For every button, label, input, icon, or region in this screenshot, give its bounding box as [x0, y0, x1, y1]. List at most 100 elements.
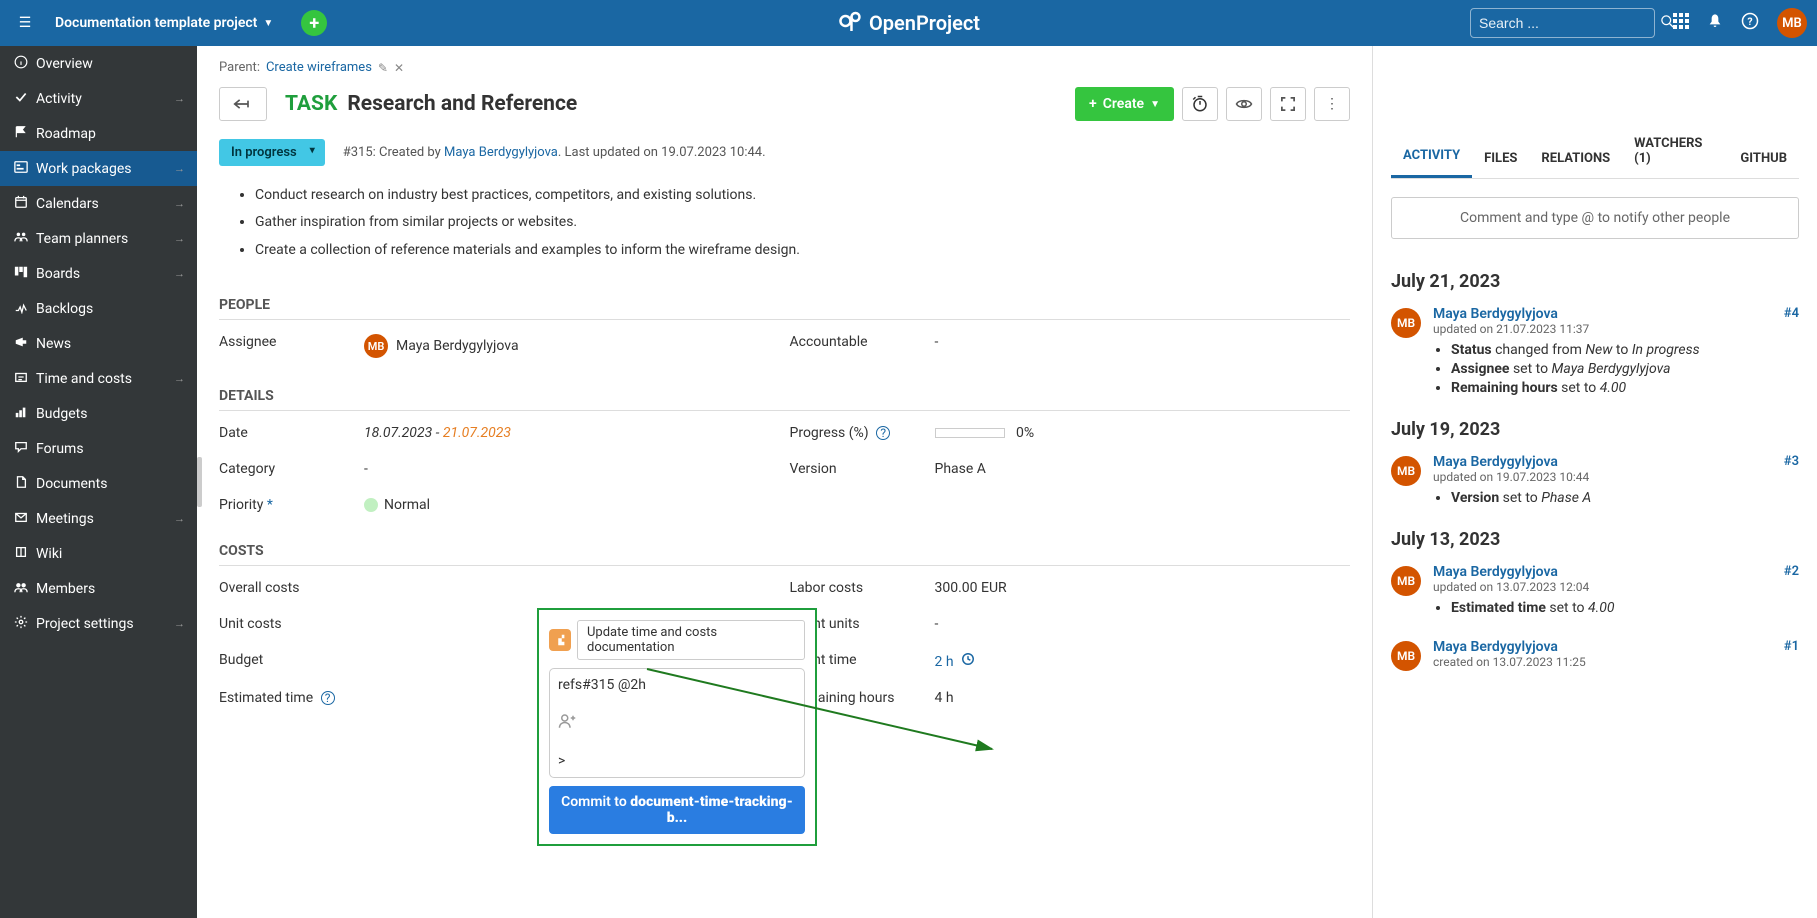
- sidebar-item-label: Members: [36, 581, 95, 597]
- create-button[interactable]: + Create ▼: [1075, 87, 1174, 121]
- settings-icon: [14, 615, 36, 633]
- menu-toggle-icon[interactable]: ☰: [10, 15, 40, 31]
- activity-user-link[interactable]: Maya Berdygylyjova: [1433, 306, 1558, 322]
- activity-feed: July 21, 2023MB Maya Berdygylyjova updat…: [1391, 257, 1799, 918]
- edit-icon[interactable]: ✎: [378, 61, 388, 75]
- assignee-value[interactable]: MB Maya Berdygylyjova: [364, 334, 780, 358]
- global-search[interactable]: [1470, 8, 1655, 38]
- wp-icon: [14, 160, 36, 178]
- remaining-hours-value[interactable]: 4 h: [935, 690, 1351, 706]
- assignee-label: Assignee: [219, 334, 354, 358]
- tab-github[interactable]: GITHUB: [1728, 141, 1799, 178]
- watch-button[interactable]: [1226, 87, 1262, 121]
- activity-user-link[interactable]: Maya Berdygylyjova: [1433, 454, 1558, 470]
- wp-title[interactable]: Research and Reference: [347, 92, 577, 116]
- tab-activity[interactable]: ACTIVITY: [1391, 138, 1472, 178]
- user-avatar[interactable]: MB: [1777, 8, 1807, 38]
- sidebar-item-label: Budgets: [36, 406, 87, 422]
- activity-number[interactable]: #2: [1784, 564, 1799, 579]
- activity-user-link[interactable]: Maya Berdygylyjova: [1433, 564, 1558, 580]
- activity-user-link[interactable]: Maya Berdygylyjova: [1433, 639, 1558, 655]
- tab-watchers[interactable]: WATCHERS (1): [1622, 126, 1728, 178]
- sidebar-item-members[interactable]: Members: [0, 571, 197, 606]
- help-icon[interactable]: ?: [876, 426, 890, 440]
- description[interactable]: Conduct research on industry best practi…: [255, 184, 1350, 261]
- version-value[interactable]: Phase A: [935, 461, 1351, 477]
- labor-costs-value[interactable]: 300.00 EUR: [935, 580, 1351, 596]
- progress-value[interactable]: 0%: [935, 425, 1351, 441]
- sidebar-item-calendars[interactable]: Calendars→: [0, 186, 197, 221]
- sidebar-item-roadmap[interactable]: Roadmap: [0, 116, 197, 151]
- team-icon: [14, 230, 36, 248]
- commit-annotation: Update time and costs documentation refs…: [537, 608, 817, 846]
- commit-title-input[interactable]: Update time and costs documentation: [577, 620, 805, 660]
- activity-timer-button[interactable]: [1182, 87, 1218, 121]
- priority-value[interactable]: Normal: [364, 497, 780, 513]
- fullscreen-button[interactable]: [1270, 87, 1306, 121]
- git-provider-icon: [549, 629, 571, 651]
- activity-changes: Version set to Phase A: [1433, 490, 1799, 506]
- sidebar-item-work-packages[interactable]: Work packages→: [0, 151, 197, 186]
- close-icon[interactable]: ✕: [394, 61, 404, 75]
- chevron-right-icon: →: [174, 197, 185, 210]
- sidebar-item-documents[interactable]: Documents: [0, 466, 197, 501]
- date-value[interactable]: 18.07.2023 - 21.07.2023: [364, 425, 780, 441]
- comment-input[interactable]: Comment and type @ to notify other peopl…: [1391, 197, 1799, 239]
- sidebar-item-wiki[interactable]: Wiki: [0, 536, 197, 571]
- spent-time-value[interactable]: 2 h: [935, 652, 1351, 670]
- author-link[interactable]: Maya Berdygylyjova: [444, 145, 558, 160]
- add-button[interactable]: +: [301, 10, 327, 36]
- svg-text:?: ?: [1747, 15, 1752, 28]
- activity-changes: Estimated time set to 4.00: [1433, 600, 1799, 616]
- sidebar-item-forums[interactable]: Forums: [0, 431, 197, 466]
- activity-change: Estimated time set to 4.00: [1451, 600, 1799, 616]
- activity-change: Version set to Phase A: [1451, 490, 1799, 506]
- sidebar-item-overview[interactable]: Overview: [0, 46, 197, 81]
- tab-relations[interactable]: RELATIONS: [1529, 141, 1622, 178]
- version-label: Version: [790, 461, 925, 477]
- sidebar-item-team-planners[interactable]: Team planners→: [0, 221, 197, 256]
- sidebar-item-boards[interactable]: Boards→: [0, 256, 197, 291]
- spent-units-value[interactable]: -: [935, 616, 1351, 632]
- sidebar-item-label: Documents: [36, 476, 107, 492]
- project-selector[interactable]: Documentation template project ▼: [55, 15, 273, 31]
- help-icon[interactable]: ?: [321, 691, 335, 705]
- back-button[interactable]: [219, 87, 267, 121]
- activity-number[interactable]: #4: [1784, 306, 1799, 321]
- sidebar-item-time-and-costs[interactable]: Time and costs→: [0, 361, 197, 396]
- category-label: Category: [219, 461, 354, 477]
- sidebar-item-budgets[interactable]: Budgets: [0, 396, 197, 431]
- info-icon: [14, 55, 36, 73]
- sidebar-item-project-settings[interactable]: Project settings→: [0, 606, 197, 641]
- sidebar-item-news[interactable]: News: [0, 326, 197, 361]
- sidebar-item-backlogs[interactable]: Backlogs: [0, 291, 197, 326]
- priority-dot-icon: [364, 498, 378, 512]
- category-value[interactable]: -: [364, 461, 780, 477]
- breadcrumb-parent-link[interactable]: Create wireframes: [266, 60, 372, 75]
- activity-timestamp: updated on 13.07.2023 12:04: [1433, 580, 1799, 594]
- sidebar-item-label: Time and costs: [36, 371, 132, 387]
- tab-files[interactable]: FILES: [1472, 141, 1529, 178]
- add-person-icon[interactable]: [558, 712, 796, 734]
- activity-item: MB Maya Berdygylyjova created on 13.07.2…: [1391, 639, 1799, 671]
- sidebar-item-activity[interactable]: Activity→: [0, 81, 197, 116]
- status-selector[interactable]: In progress: [219, 139, 325, 166]
- sidebar-item-meetings[interactable]: Meetings→: [0, 501, 197, 536]
- modules-icon[interactable]: [1673, 13, 1689, 33]
- sidebar-item-label: Work packages: [36, 161, 132, 177]
- priority-label: Priority *: [219, 497, 354, 513]
- clock-icon[interactable]: [961, 654, 975, 670]
- activity-avatar: MB: [1391, 566, 1421, 596]
- activity-date-header: July 13, 2023: [1391, 529, 1799, 550]
- accountable-value[interactable]: -: [935, 334, 1351, 358]
- commit-message-input[interactable]: refs#315 @2h >: [549, 668, 805, 778]
- notifications-icon[interactable]: [1707, 13, 1723, 33]
- sidebar-item-label: Backlogs: [36, 301, 93, 317]
- more-menu-button[interactable]: ⋮: [1314, 87, 1350, 121]
- time-icon: [14, 370, 36, 388]
- activity-number[interactable]: #1: [1784, 639, 1799, 654]
- commit-button[interactable]: Commit to document-time-tracking-b...: [549, 786, 805, 834]
- activity-number[interactable]: #3: [1784, 454, 1799, 469]
- help-icon[interactable]: ?: [1741, 12, 1759, 34]
- search-input[interactable]: [1479, 15, 1660, 31]
